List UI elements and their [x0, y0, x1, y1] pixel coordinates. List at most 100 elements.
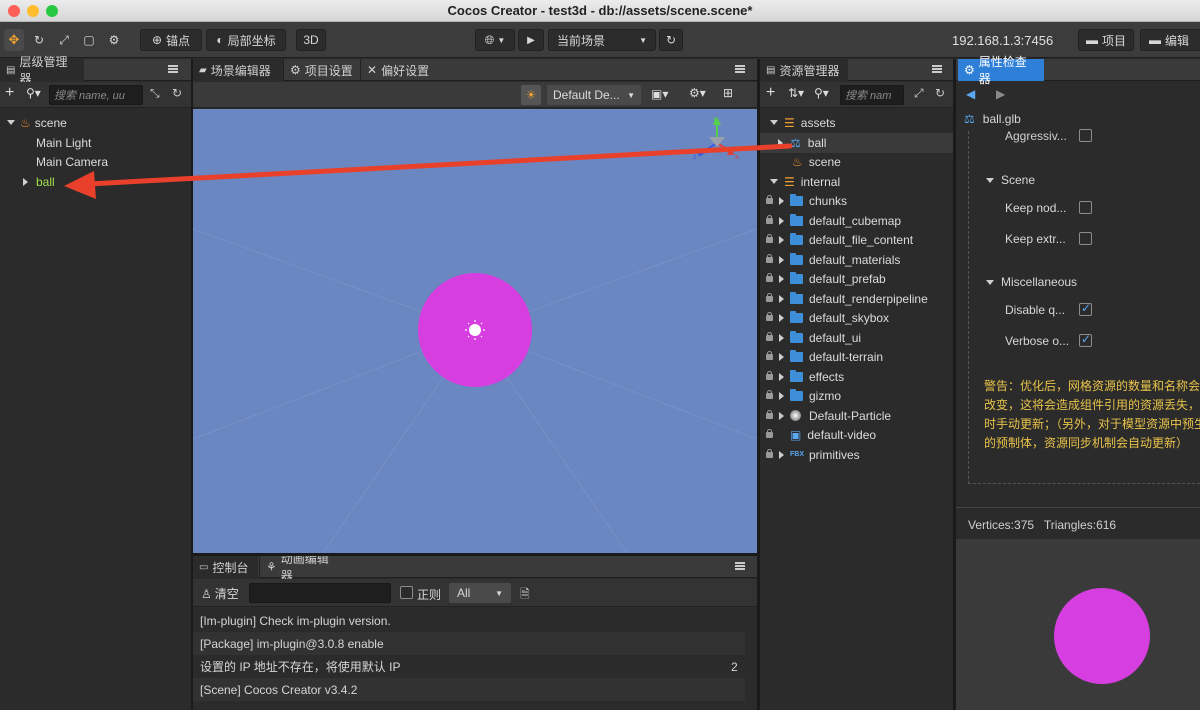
splitter[interactable] [953, 59, 956, 710]
caret-right-icon[interactable] [779, 391, 784, 400]
verbose-checkbox[interactable] [1079, 332, 1092, 347]
caret-down-icon[interactable] [770, 120, 778, 126]
asset-item-default-file-content[interactable]: default_file_content [766, 230, 913, 250]
asset-item-gizmo[interactable]: gizmo [766, 386, 841, 406]
fullscreen-button[interactable]: ⊞ [723, 86, 733, 100]
tab-assets[interactable]: ▤ 资源管理器 [760, 59, 848, 81]
asset-item-default-video[interactable]: ▣ default-video [766, 425, 876, 445]
tab-hierarchy[interactable]: ▤ 层级管理器 [0, 55, 84, 86]
anchor-button[interactable]: ⊕ 锚点 [140, 29, 202, 51]
asset-item-effects[interactable]: effects [766, 367, 844, 387]
platform-select[interactable]: 🌐︎ ▼ [475, 29, 515, 51]
refresh-icon[interactable]: ↻ [935, 86, 945, 100]
asset-item-default-prefab[interactable]: default_prefab [766, 269, 886, 289]
editor-button[interactable]: ▬ 编辑 [1140, 29, 1200, 51]
asset-item-default-materials[interactable]: default_materials [766, 250, 900, 270]
caret-right-icon[interactable] [779, 255, 784, 264]
scene-section-header[interactable]: Scene [986, 173, 1035, 187]
splitter[interactable] [757, 59, 760, 710]
refresh-icon[interactable]: ↻ [172, 86, 182, 100]
tab-project-settings[interactable]: ⚙ 项目设置 [283, 59, 359, 81]
keep-extras-checkbox[interactable] [1079, 232, 1092, 245]
asset-item-primitives[interactable]: FBX primitives [766, 445, 860, 465]
asset-item-default-skybox[interactable]: default_skybox [766, 308, 889, 328]
caret-right-icon[interactable] [779, 235, 784, 244]
rect-tool-button[interactable]: ▢ [79, 29, 99, 51]
caret-right-icon[interactable] [779, 411, 784, 420]
splitter[interactable] [191, 59, 193, 710]
tab-animation-editor[interactable]: ⚘ 动画编辑器 [259, 552, 345, 583]
current-scene-select[interactable]: 当前场景 ▼ [548, 29, 656, 51]
disable-quantization-checkbox[interactable] [1079, 301, 1092, 316]
tab-inspector[interactable]: ⚙ 属性检查器 [958, 55, 1044, 86]
scene-viewport[interactable]: y x z [193, 109, 757, 553]
log-row[interactable]: 设置的 IP 地址不存在，将使用默认 IP 2 [193, 655, 745, 678]
gizmo-settings[interactable]: ⚙▾ [689, 86, 706, 100]
asset-item-default-terrain[interactable]: default-terrain [766, 347, 883, 367]
refresh-button[interactable]: ↻ [659, 29, 683, 51]
asset-item-ball[interactable]: ⚖ ball [760, 133, 953, 153]
sort-button[interactable]: ⇅▾ [788, 86, 804, 100]
panel-menu-icon[interactable] [168, 65, 178, 73]
splitter[interactable] [193, 553, 757, 556]
log-row[interactable]: [Package] im-plugin@3.0.8 enable [193, 632, 745, 655]
expand-icon[interactable]: ⤢ [914, 86, 924, 101]
caret-right-icon[interactable] [779, 352, 784, 361]
asset-item-internal[interactable]: ☰ internal [770, 172, 840, 192]
tab-scene-editor[interactable]: ▰ 场景编辑器 [193, 59, 283, 81]
asset-item-default-cubemap[interactable]: default_cubemap [766, 211, 901, 231]
add-asset-button[interactable]: + [766, 84, 775, 102]
project-button[interactable]: ▬ 项目 [1078, 29, 1134, 51]
caret-right-icon[interactable] [23, 177, 28, 186]
tree-node-main-camera[interactable]: Main Camera [36, 152, 108, 172]
caret-right-icon[interactable] [779, 294, 784, 303]
local-coord-button[interactable]: ◐ 局部坐标 [206, 29, 286, 51]
model-preview[interactable] [956, 539, 1200, 710]
asset-item-chunks[interactable]: chunks [766, 191, 847, 211]
move-tool-button[interactable]: ✥ [4, 29, 24, 51]
search-type-button[interactable]: ⚲▾ [814, 86, 829, 100]
panel-menu-icon[interactable] [735, 562, 745, 570]
mode-3d-button[interactable]: 3D [296, 29, 326, 51]
tree-node-ball[interactable]: ball [23, 172, 55, 192]
panel-menu-icon[interactable] [735, 65, 745, 73]
asset-item-default-ui[interactable]: default_ui [766, 328, 861, 348]
caret-right-icon[interactable] [779, 274, 784, 283]
add-node-button[interactable]: + [5, 84, 14, 102]
caret-right-icon[interactable] [779, 196, 784, 205]
caret-right-icon[interactable] [779, 216, 784, 225]
asset-item-default-renderpipeline[interactable]: default_renderpipeline [766, 289, 928, 309]
scale-tool-button[interactable]: ⤢ [54, 29, 74, 51]
caret-right-icon[interactable] [778, 138, 783, 147]
tree-node-main-light[interactable]: Main Light [36, 133, 91, 153]
play-button[interactable]: ▶ [518, 29, 544, 51]
clear-console-button[interactable]: ♙ 清空 [201, 585, 239, 602]
back-icon[interactable]: ◀ [966, 87, 975, 101]
caret-down-icon[interactable] [770, 179, 778, 185]
console-filter-input[interactable] [249, 583, 391, 603]
caret-right-icon[interactable] [779, 333, 784, 342]
log-row[interactable]: [Im-plugin] Check im-plugin version. [193, 609, 745, 632]
log-level-select[interactable]: All ▼ [449, 583, 511, 603]
search-type-button[interactable]: ⚲▾ [26, 86, 41, 100]
tab-preferences[interactable]: ✕ 偏好设置 [360, 59, 436, 81]
asset-item-default-particle[interactable]: Default-Particle [766, 406, 891, 426]
regex-checkbox[interactable] [400, 586, 413, 599]
caret-right-icon[interactable] [779, 450, 784, 459]
keep-nodes-checkbox[interactable] [1079, 201, 1092, 214]
misc-section-header[interactable]: Miscellaneous [986, 275, 1077, 289]
panel-menu-icon[interactable] [932, 65, 942, 73]
layout-select[interactable]: Default De... ▼ [547, 85, 641, 105]
open-log-file-icon[interactable]: 🗎︎ [520, 585, 530, 606]
aggressive-checkbox[interactable] [1079, 129, 1092, 142]
caret-right-icon[interactable] [779, 313, 784, 322]
caret-right-icon[interactable] [779, 372, 784, 381]
hierarchy-search-input[interactable]: 搜索 name, uu [49, 85, 143, 105]
forward-icon[interactable]: ▶ [996, 87, 1005, 101]
assets-search-input[interactable]: 搜索 nam [840, 85, 904, 105]
caret-down-icon[interactable] [7, 120, 15, 126]
light-toggle-button[interactable]: ☀ [521, 85, 541, 105]
camera-select[interactable]: ▣▾ [651, 87, 668, 101]
transform-tool-button[interactable]: ⚙ [104, 29, 124, 51]
tab-console[interactable]: ▭ 控制台 [193, 556, 258, 578]
